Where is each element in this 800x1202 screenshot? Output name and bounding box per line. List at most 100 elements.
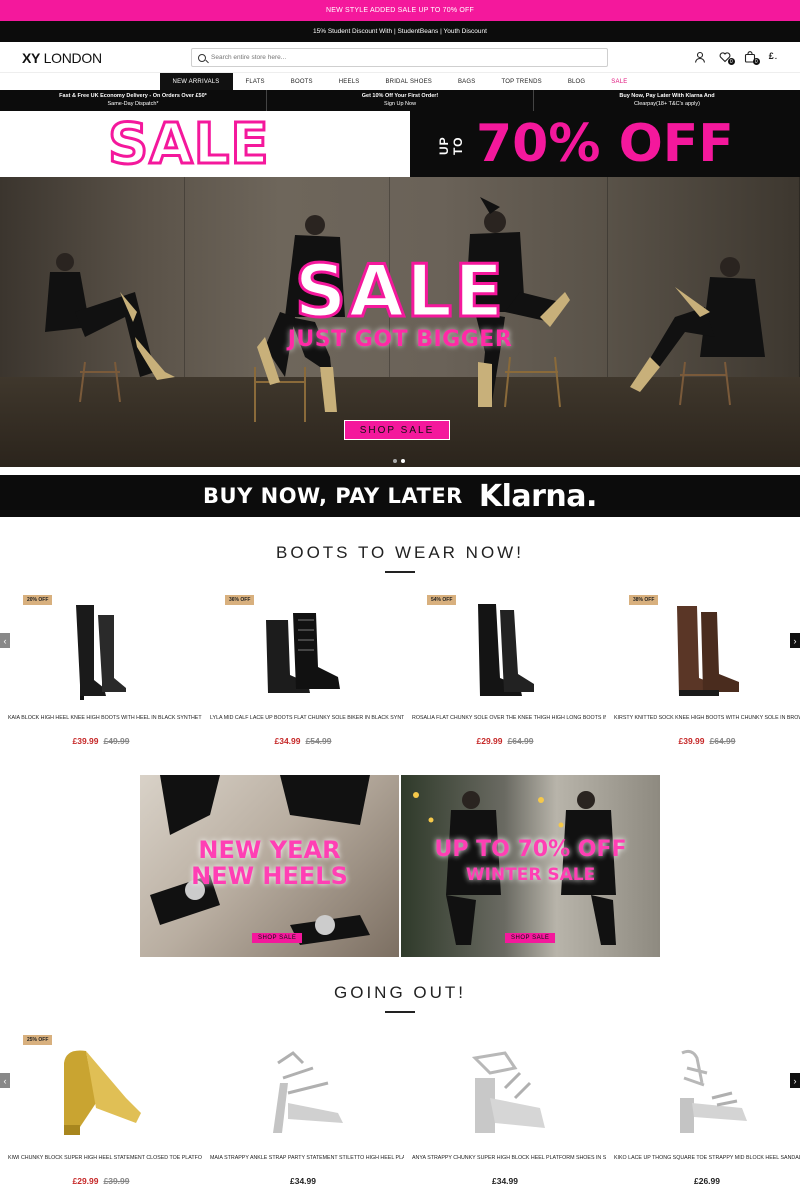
nav-item-flats[interactable]: FLATS xyxy=(233,73,278,90)
logo[interactable]: XY LONDON xyxy=(22,50,102,66)
klarna-banner[interactable]: BUY NOW, PAY LATER Klarna. xyxy=(0,475,800,517)
product-image[interactable] xyxy=(404,1035,606,1145)
nav-item-bags[interactable]: BAGS xyxy=(445,73,488,90)
search-icon[interactable] xyxy=(198,53,206,62)
product-price: £29.99 £64.99 xyxy=(404,736,606,746)
nav-item-blog[interactable]: BLOG xyxy=(555,73,598,90)
product-image[interactable] xyxy=(202,595,404,705)
product-price: £34.99 £54.99 xyxy=(202,736,404,746)
header-icons: 0 0 £⌄ xyxy=(694,50,778,65)
nav-item-top-trends[interactable]: TOP TRENDS xyxy=(488,73,554,90)
product-card[interactable]: 38% OFF KIRSTY KNITTED SOCK KNEE HIGH BO… xyxy=(606,595,800,746)
product-name[interactable]: ANYA STRAPPY CHUNKY SUPER HIGH BLOCK HEE… xyxy=(404,1155,606,1169)
usp-signup[interactable]: Get 10% Off Your First Order! Sign Up Now xyxy=(267,90,534,111)
nav-item-sale[interactable]: SALE xyxy=(598,73,640,90)
product-card[interactable]: KIKO LACE UP THONG SQUARE TOE STRAPPY MI… xyxy=(606,1035,800,1186)
logo-light: LONDON xyxy=(43,50,102,66)
product-name[interactable]: KIKO LACE UP THONG SQUARE TOE STRAPPY MI… xyxy=(606,1155,800,1169)
product-carousel-boots: ‹ 20% OFF KAIA BLOCK HIGH HEEL KNEE HIGH… xyxy=(0,595,800,765)
cart-icon[interactable]: 0 xyxy=(744,50,760,65)
sale-banner[interactable]: SALE UP TO 70% OFF xyxy=(0,110,800,178)
nav-item-heels[interactable]: HEELS xyxy=(326,73,373,90)
carousel-next-arrow[interactable]: › xyxy=(790,633,800,648)
product-image[interactable] xyxy=(606,595,800,705)
product-card[interactable]: MAIA STRAPPY ANKLE STRAP PARTY STATEMENT… xyxy=(202,1035,404,1186)
promo-line2: NEW HEELS xyxy=(191,862,348,891)
promo-tile-winter-sale[interactable]: UP TO 70% OFF WINTER SALE SHOP SALE xyxy=(401,775,660,957)
sale-banner-discount: 70% OFF xyxy=(476,114,734,174)
discount-badge: 36% OFF xyxy=(225,595,255,605)
account-icon[interactable] xyxy=(694,50,706,63)
usp-signup-title: Get 10% Off Your First Order! xyxy=(361,93,439,100)
chevron-down-icon: ⌄ xyxy=(773,55,778,61)
logo-bold: XY xyxy=(22,50,41,66)
sale-price: £29.99 xyxy=(476,736,503,746)
nav-item-boots[interactable]: BOOTS xyxy=(278,73,326,90)
nav-item-new-arrivals[interactable]: NEW ARRIVALS xyxy=(159,73,233,90)
original-price: £39.99 xyxy=(103,1176,130,1186)
product-image[interactable] xyxy=(606,1035,800,1145)
hero-subtitle: JUST GOT BIGGER xyxy=(287,327,513,352)
product-name[interactable]: MAIA STRAPPY ANKLE STRAP PARTY STATEMENT… xyxy=(202,1155,404,1169)
promo-shop-sale-button[interactable]: SHOP SALE xyxy=(252,933,303,943)
product-price: £26.99 xyxy=(606,1176,800,1186)
promo-top-text: NEW STYLE ADDED SALE UP TO 70% OFF xyxy=(325,7,474,14)
product-carousel-going-out: ‹ 25% OFF KIWI CHUNKY BLOCK SUPER HIGH H… xyxy=(0,1035,800,1202)
promo-line1: NEW YEAR xyxy=(198,836,341,864)
sale-banner-title: SALE xyxy=(107,110,271,178)
product-name[interactable]: KAIA BLOCK HIGH HEEL KNEE HIGH BOOTS WIT… xyxy=(0,715,202,729)
product-card[interactable]: 25% OFF KIWI CHUNKY BLOCK SUPER HIGH HEE… xyxy=(0,1035,202,1186)
klarna-logo: Klarna. xyxy=(478,478,598,514)
promo-student-text: 15% Student Discount With | StudentBeans… xyxy=(313,28,487,35)
search-input[interactable] xyxy=(211,54,591,61)
search-bar[interactable] xyxy=(191,48,608,67)
wishlist-count: 0 xyxy=(727,58,735,65)
section-title-boots: BOOTS TO WEAR NOW! xyxy=(276,543,524,562)
usp-klarna-sub: Clearpay(18+ T&C's apply) xyxy=(634,100,700,107)
hero-banner[interactable]: SALE JUST GOT BIGGER SHOP SALE xyxy=(0,177,800,467)
carousel-dot[interactable] xyxy=(393,459,397,463)
product-image[interactable] xyxy=(0,595,202,705)
product-price: £39.99 £49.99 xyxy=(0,736,202,746)
promo-winter-title: UP TO 70% OFF xyxy=(434,837,627,862)
product-name[interactable]: LYLA MID CALF LACE UP BOOTS FLAT CHUNKY … xyxy=(202,715,404,729)
product-name[interactable]: ROSALIA FLAT CHUNKY SOLE OVER THE KNEE T… xyxy=(404,715,606,729)
usp-klarna-title: Buy Now, Pay Later With Klarna And xyxy=(619,93,715,100)
product-name[interactable]: KIWI CHUNKY BLOCK SUPER HIGH HEEL STATEM… xyxy=(0,1155,202,1169)
shop-sale-button[interactable]: SHOP SALE xyxy=(344,420,450,440)
title-divider xyxy=(385,571,415,573)
carousel-next-arrow[interactable]: › xyxy=(790,1073,800,1088)
wishlist-icon[interactable]: 0 xyxy=(719,50,735,65)
product-card[interactable]: 54% OFF ROSALIA FLAT CHUNKY SOLE OVER TH… xyxy=(404,595,606,746)
carousel-dot-active[interactable] xyxy=(401,459,405,463)
currency-selector[interactable]: £⌄ xyxy=(769,51,778,61)
promo-tile-new-heels[interactable]: NEW YEAR NEW HEELS SHOP SALE xyxy=(140,775,399,957)
product-image[interactable] xyxy=(202,1035,404,1145)
original-price: £54.99 xyxy=(305,736,332,746)
promo-shop-sale-button[interactable]: SHOP SALE xyxy=(505,933,556,943)
promo-bar-student[interactable]: 15% Student Discount With | StudentBeans… xyxy=(0,21,800,42)
site-header: XY LONDON 0 0 £⌄ xyxy=(0,42,800,73)
usp-klarna[interactable]: Buy Now, Pay Later With Klarna And Clearp… xyxy=(534,90,800,111)
main-nav: NEW ARRIVALS FLATS BOOTS HEELS BRIDAL SH… xyxy=(0,73,800,90)
original-price: £49.99 xyxy=(103,736,130,746)
product-price: £39.99 £64.99 xyxy=(606,736,800,746)
product-name[interactable]: KIRSTY KNITTED SOCK KNEE HIGH BOOTS WITH… xyxy=(606,715,800,729)
product-price: £34.99 xyxy=(202,1176,404,1186)
product-card[interactable]: 20% OFF KAIA BLOCK HIGH HEEL KNEE HIGH B… xyxy=(0,595,202,746)
product-image[interactable] xyxy=(404,595,606,705)
sale-price: £39.99 xyxy=(678,736,705,746)
discount-badge: 25% OFF xyxy=(23,1035,53,1045)
usp-delivery-title: Fast & Free UK Economy Delivery - On Ord… xyxy=(59,93,207,100)
promo-bar-top[interactable]: NEW STYLE ADDED SALE UP TO 70% OFF xyxy=(0,0,800,21)
product-card[interactable]: ANYA STRAPPY CHUNKY SUPER HIGH BLOCK HEE… xyxy=(404,1035,606,1186)
usp-delivery[interactable]: Fast & Free UK Economy Delivery - On Ord… xyxy=(0,90,267,111)
discount-badge: 20% OFF xyxy=(23,595,53,605)
title-divider xyxy=(385,1011,415,1013)
usp-signup-sub: Sign Up Now xyxy=(383,100,417,107)
product-price: £29.99 £39.99 xyxy=(0,1176,202,1186)
nav-item-bridal-shoes[interactable]: BRIDAL SHOES xyxy=(372,73,445,90)
product-card[interactable]: 36% OFF LYLA MID CALF LACE UP BOOTS FLAT… xyxy=(202,595,404,746)
sale-banner-upto: UP TO xyxy=(437,136,465,155)
product-image[interactable] xyxy=(0,1035,202,1145)
